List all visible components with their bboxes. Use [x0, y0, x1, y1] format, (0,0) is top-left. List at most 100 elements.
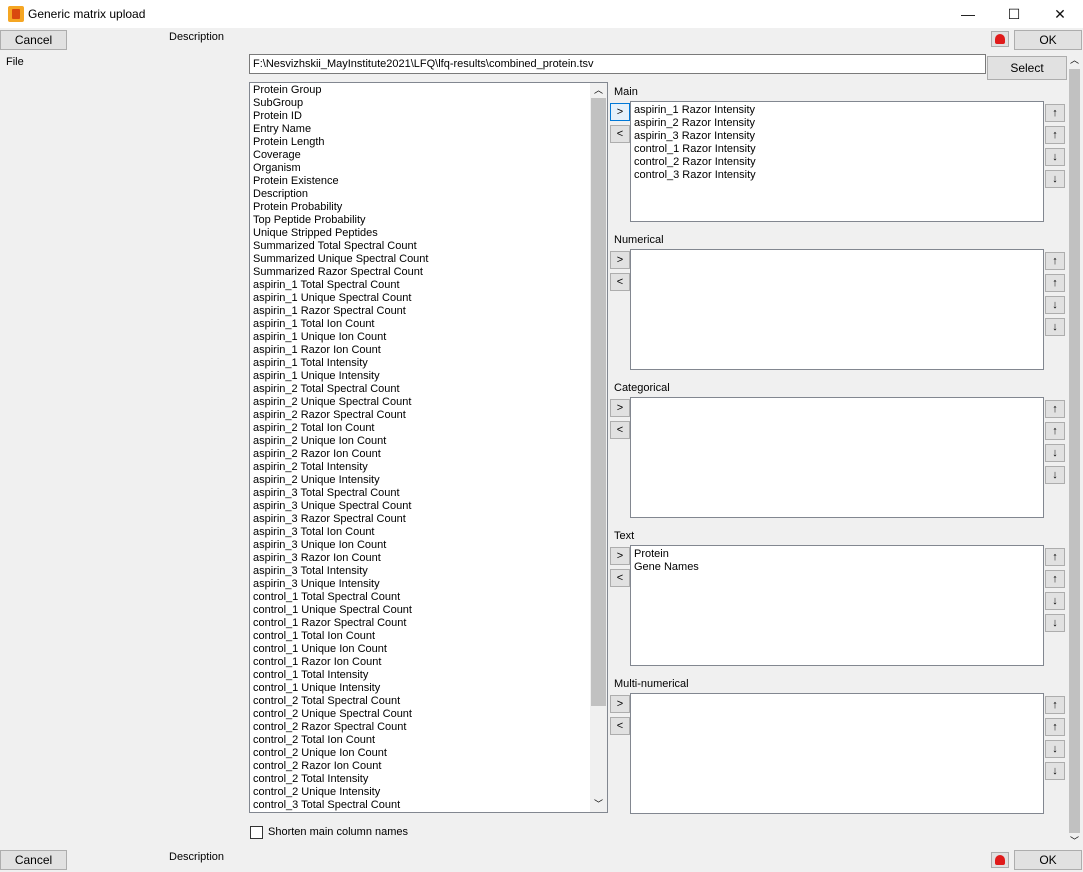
column-list-item[interactable]: aspirin_2 Total Intensity: [250, 461, 607, 474]
column-list-item[interactable]: Top Peptide Probability: [250, 214, 607, 227]
close-button[interactable]: ✕: [1037, 0, 1083, 28]
column-list-item[interactable]: aspirin_3 Razor Ion Count: [250, 552, 607, 565]
column-list-item[interactable]: Description: [250, 188, 607, 201]
column-list-item[interactable]: aspirin_3 Unique Ion Count: [250, 539, 607, 552]
main-list-item[interactable]: aspirin_2 Razor Intensity: [631, 117, 1043, 130]
column-list-item[interactable]: control_1 Total Ion Count: [250, 630, 607, 643]
column-list-item[interactable]: Summarized Total Spectral Count: [250, 240, 607, 253]
column-list-item[interactable]: control_2 Unique Spectral Count: [250, 708, 607, 721]
multi-numerical-add-button[interactable]: >: [610, 695, 630, 713]
column-list-item[interactable]: Protein Probability: [250, 201, 607, 214]
text-list[interactable]: Protein Gene Names: [630, 545, 1044, 666]
column-list-item[interactable]: Unique Stripped Peptides: [250, 227, 607, 240]
bug-icon[interactable]: [991, 31, 1009, 47]
multi-numerical-move-bottom-icon[interactable]: ↓: [1045, 762, 1065, 780]
column-list-item[interactable]: aspirin_1 Razor Ion Count: [250, 344, 607, 357]
column-list-item[interactable]: aspirin_2 Unique Spectral Count: [250, 396, 607, 409]
text-move-up-icon[interactable]: ↑: [1045, 570, 1065, 588]
file-path-field[interactable]: F:\Nesvizhskii_MayInstitute2021\LFQ\lfq-…: [249, 54, 986, 74]
top-ok-button[interactable]: OK: [1014, 30, 1082, 50]
column-list-item[interactable]: Protein ID: [250, 110, 607, 123]
categorical-add-button[interactable]: >: [610, 399, 630, 417]
main-list-item[interactable]: control_2 Razor Intensity: [631, 156, 1043, 169]
multi-numerical-move-down-icon[interactable]: ↓: [1045, 740, 1065, 758]
column-list-item[interactable]: control_1 Unique Spectral Count: [250, 604, 607, 617]
numerical-move-up-icon[interactable]: ↑: [1045, 274, 1065, 292]
column-list-item[interactable]: Protein Existence: [250, 175, 607, 188]
column-list-scroll-thumb[interactable]: [591, 98, 606, 706]
multi-numerical-move-up-icon[interactable]: ↑: [1045, 718, 1065, 736]
text-remove-button[interactable]: <: [610, 569, 630, 587]
minimize-button[interactable]: —: [945, 0, 991, 28]
main-add-button[interactable]: >: [610, 103, 630, 121]
column-list-item[interactable]: aspirin_3 Unique Spectral Count: [250, 500, 607, 513]
main-move-down-icon[interactable]: ↓: [1045, 148, 1065, 166]
column-list-item[interactable]: aspirin_2 Unique Ion Count: [250, 435, 607, 448]
categorical-move-top-icon[interactable]: ↑: [1045, 400, 1065, 418]
column-list-item[interactable]: control_2 Razor Spectral Count: [250, 721, 607, 734]
main-move-top-icon[interactable]: ↑: [1045, 104, 1065, 122]
bottom-cancel-button[interactable]: Cancel: [0, 850, 67, 870]
column-list-item[interactable]: Protein Group: [250, 84, 607, 97]
categorical-list[interactable]: [630, 397, 1044, 518]
column-list-item[interactable]: aspirin_1 Total Spectral Count: [250, 279, 607, 292]
main-move-up-icon[interactable]: ↑: [1045, 126, 1065, 144]
column-list-item[interactable]: aspirin_3 Razor Spectral Count: [250, 513, 607, 526]
column-list-item[interactable]: control_2 Total Intensity: [250, 773, 607, 786]
numerical-move-bottom-icon[interactable]: ↓: [1045, 318, 1065, 336]
main-list-item[interactable]: control_1 Razor Intensity: [631, 143, 1043, 156]
column-list-item[interactable]: control_2 Unique Ion Count: [250, 747, 607, 760]
column-list-item[interactable]: aspirin_2 Total Spectral Count: [250, 383, 607, 396]
main-list-item[interactable]: aspirin_3 Razor Intensity: [631, 130, 1043, 143]
bottom-bug-icon[interactable]: [991, 852, 1009, 868]
outer-scroll-thumb[interactable]: [1069, 69, 1080, 833]
column-list-item[interactable]: aspirin_1 Total Intensity: [250, 357, 607, 370]
categorical-remove-button[interactable]: <: [610, 421, 630, 439]
main-list-item[interactable]: control_3 Razor Intensity: [631, 169, 1043, 182]
column-list-item[interactable]: control_1 Razor Spectral Count: [250, 617, 607, 630]
column-list-item[interactable]: aspirin_1 Total Ion Count: [250, 318, 607, 331]
text-move-bottom-icon[interactable]: ↓: [1045, 614, 1065, 632]
shorten-checkbox[interactable]: [250, 826, 263, 839]
column-list-item[interactable]: aspirin_1 Unique Intensity: [250, 370, 607, 383]
text-list-item[interactable]: Gene Names: [631, 561, 1043, 574]
text-add-button[interactable]: >: [610, 547, 630, 565]
column-list[interactable]: Protein Group SubGroup Protein ID Entry Nam…: [249, 82, 608, 813]
main-move-bottom-icon[interactable]: ↓: [1045, 170, 1065, 188]
column-list-item[interactable]: Protein Length: [250, 136, 607, 149]
column-scroll-up-icon[interactable]: ︿: [590, 83, 607, 97]
column-list-item[interactable]: aspirin_3 Total Intensity: [250, 565, 607, 578]
multi-numerical-remove-button[interactable]: <: [610, 717, 630, 735]
column-list-item[interactable]: Organism: [250, 162, 607, 175]
column-list-item[interactable]: aspirin_3 Unique Intensity: [250, 578, 607, 591]
column-list-item[interactable]: control_1 Total Intensity: [250, 669, 607, 682]
column-list-item[interactable]: control_1 Total Spectral Count: [250, 591, 607, 604]
column-list-item[interactable]: aspirin_1 Razor Spectral Count: [250, 305, 607, 318]
top-cancel-button[interactable]: Cancel: [0, 30, 67, 50]
column-list-item[interactable]: Summarized Razor Spectral Count: [250, 266, 607, 279]
numerical-remove-button[interactable]: <: [610, 273, 630, 291]
column-list-item[interactable]: aspirin_2 Razor Ion Count: [250, 448, 607, 461]
column-list-item[interactable]: aspirin_3 Total Spectral Count: [250, 487, 607, 500]
main-list[interactable]: aspirin_1 Razor Intensity aspirin_2 Razor…: [630, 101, 1044, 222]
column-list-item[interactable]: control_2 Unique Intensity: [250, 786, 607, 799]
bottom-ok-button[interactable]: OK: [1014, 850, 1082, 870]
column-list-item[interactable]: Entry Name: [250, 123, 607, 136]
categorical-move-down-icon[interactable]: ↓: [1045, 444, 1065, 462]
categorical-move-up-icon[interactable]: ↑: [1045, 422, 1065, 440]
column-list-item[interactable]: control_1 Unique Ion Count: [250, 643, 607, 656]
multi-numerical-list[interactable]: [630, 693, 1044, 814]
main-remove-button[interactable]: <: [610, 125, 630, 143]
categorical-move-bottom-icon[interactable]: ↓: [1045, 466, 1065, 484]
column-list-item[interactable]: Coverage: [250, 149, 607, 162]
column-list-item[interactable]: aspirin_2 Unique Intensity: [250, 474, 607, 487]
column-list-item[interactable]: control_2 Total Spectral Count: [250, 695, 607, 708]
maximize-button[interactable]: ☐: [991, 0, 1037, 28]
numerical-move-down-icon[interactable]: ↓: [1045, 296, 1065, 314]
outer-scroll-down-icon[interactable]: ﹀: [1067, 834, 1082, 848]
text-move-down-icon[interactable]: ↓: [1045, 592, 1065, 610]
outer-scroll-up-icon[interactable]: ︿: [1067, 53, 1082, 67]
column-list-item[interactable]: aspirin_1 Unique Spectral Count: [250, 292, 607, 305]
numerical-list[interactable]: [630, 249, 1044, 370]
numerical-move-top-icon[interactable]: ↑: [1045, 252, 1065, 270]
